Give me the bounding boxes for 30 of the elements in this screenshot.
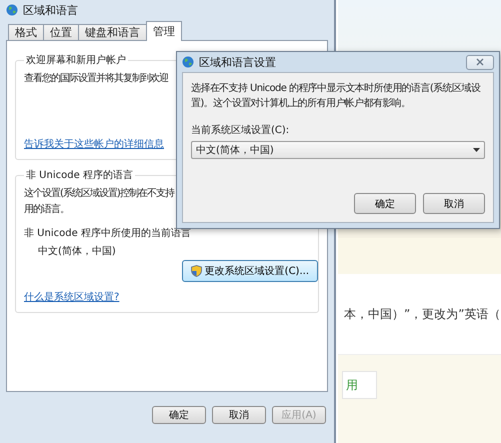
close-icon xyxy=(476,58,484,66)
dialog-button[interactable]: 确定 xyxy=(354,193,416,214)
locale-select[interactable]: 中文(简体，中国) xyxy=(191,141,485,159)
description-text: 这个设置(系统区域设置)控制在不支持 xyxy=(24,186,176,201)
group-title: 非 Unicode 程序的语言 xyxy=(25,168,134,182)
change-locale-button[interactable]: 更改系统区域设置(C)... xyxy=(182,260,318,282)
dialog-button[interactable]: 取消 xyxy=(212,406,266,424)
globe-icon xyxy=(182,56,194,68)
group-title: 欢迎屏幕和新用户帐户 xyxy=(25,54,127,67)
accounts-details-link[interactable]: 告诉我关于这些帐户的详细信息 xyxy=(24,137,164,151)
shield-icon xyxy=(190,265,202,277)
select-label: 当前系统区域设置(C): xyxy=(191,124,290,137)
tab[interactable]: 格式 xyxy=(8,24,44,41)
dropdown-arrow-icon xyxy=(473,148,480,152)
tab[interactable]: 管理 xyxy=(146,21,182,41)
dialog-button[interactable]: 确定 xyxy=(152,406,206,424)
tab[interactable]: 位置 xyxy=(43,24,79,41)
dialog-title: 区域和语言设置 xyxy=(199,54,276,70)
description-text: 查看您的国际设置并将其复制到欢迎 xyxy=(24,72,170,86)
page-tab[interactable]: 用 xyxy=(342,371,377,399)
description-text: 用的语言。 xyxy=(24,202,70,217)
current-language-value: 中文(简体，中国) xyxy=(38,244,117,259)
globe-icon xyxy=(6,4,18,16)
system-locale-link[interactable]: 什么是系统区域设置? xyxy=(24,290,120,304)
dialog-button[interactable]: 取消 xyxy=(423,193,485,214)
dialog-message: 选择在不支持 Unicode 的程序中显示文本时所使用的语言(系统区域设置)。这个设置对计算机上的所有用户帐户都有影响。 xyxy=(191,82,482,111)
window-title: 区域和语言 xyxy=(23,2,78,18)
tab[interactable]: 键盘和语言 xyxy=(78,24,147,41)
close-button[interactable] xyxy=(466,54,494,70)
article-text: 本，中国）”，更改为”英语（ xyxy=(344,306,500,322)
